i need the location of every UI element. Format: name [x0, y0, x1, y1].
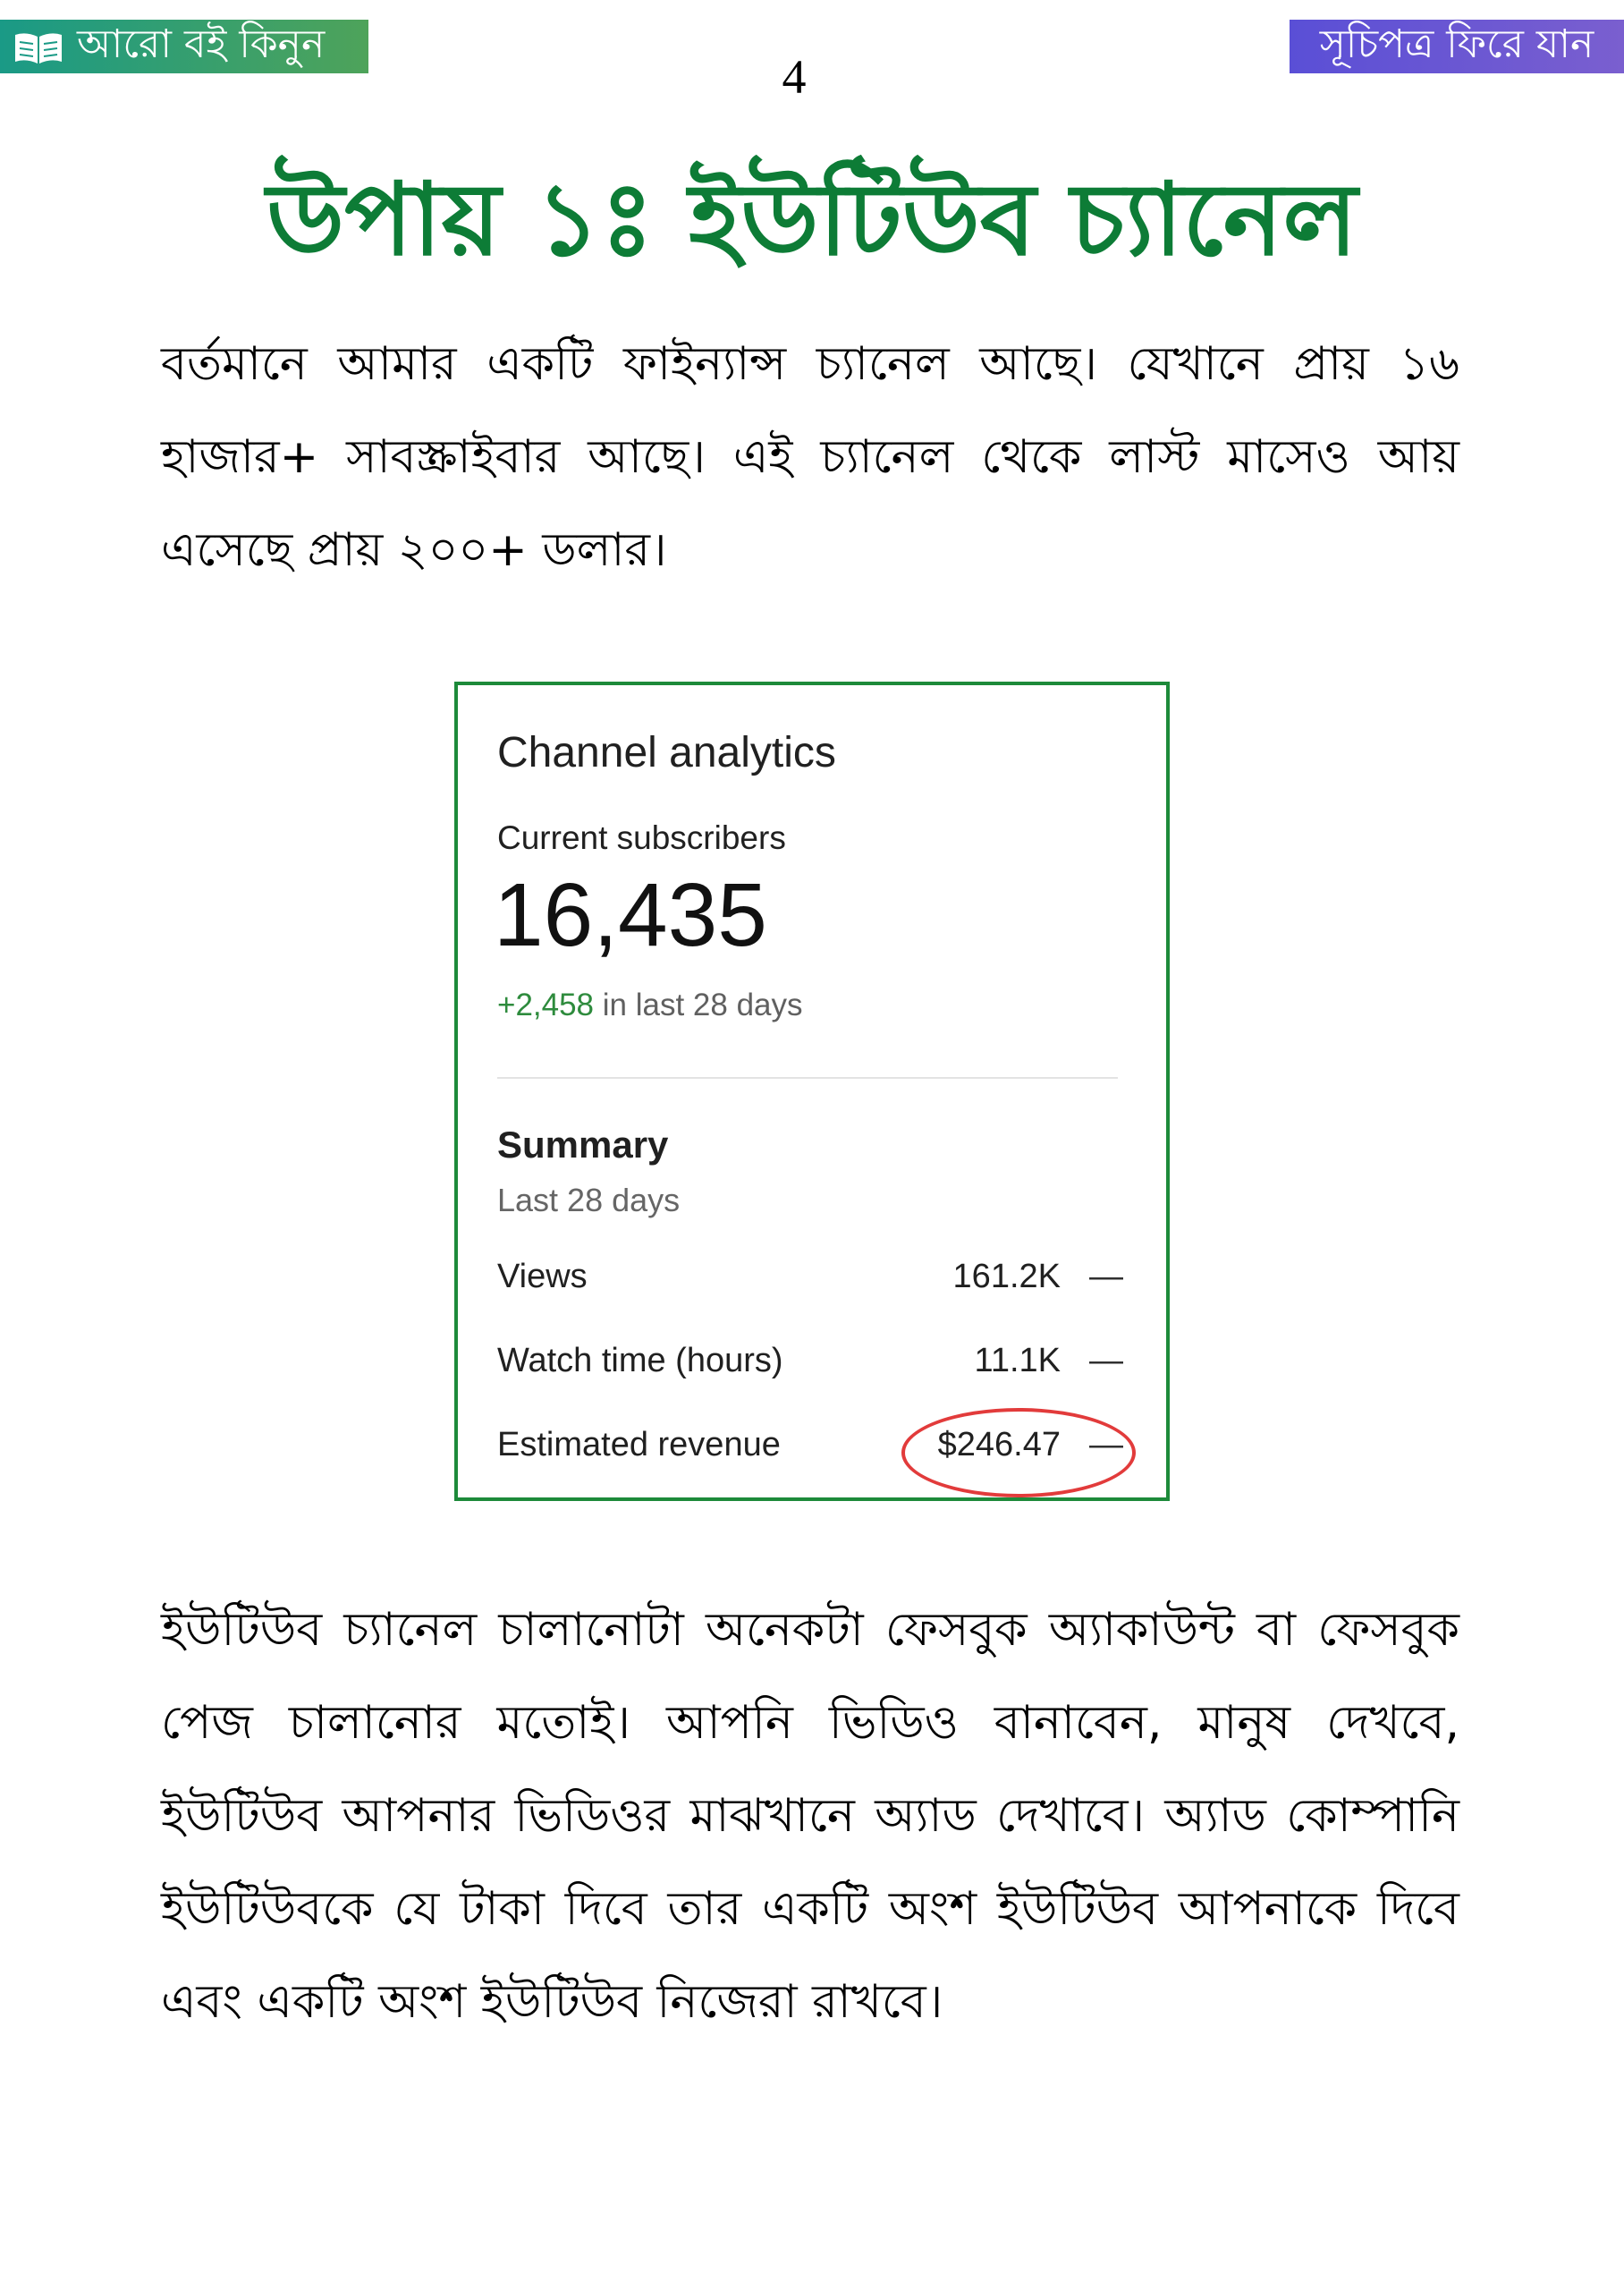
- channel-analytics-screenshot: Channel analytics Current subscribers 16…: [454, 682, 1170, 1501]
- subscribers-count: 16,435: [494, 865, 767, 965]
- metric-row-views: Views 161.2K —: [497, 1258, 1123, 1302]
- page-number: 4: [782, 50, 807, 104]
- growth-value: +2,458: [497, 988, 595, 1022]
- subscribers-label: Current subscribers: [497, 819, 786, 856]
- summary-title: Summary: [497, 1124, 669, 1166]
- growth-suffix: in last 28 days: [594, 988, 803, 1022]
- intro-paragraph: বর্তমানে আমার একটি ফাইন্যান্স চ্যানেল আছ…: [161, 337, 1459, 577]
- subscriber-growth: +2,458 in last 28 days: [497, 988, 803, 1023]
- trend-dash-icon: —: [1089, 1258, 1123, 1295]
- metric-value: 161.2K: [952, 1258, 1061, 1295]
- metric-label: Views: [497, 1258, 588, 1295]
- divider: [497, 1077, 1118, 1079]
- explanation-paragraph: ইউটিউব চ্যানেল চালানোটা অনেকটা ফেসবুক অ্…: [161, 1603, 1459, 2029]
- metric-row-watch-time: Watch time (hours) 11.1K —: [497, 1342, 1123, 1387]
- metric-label: Estimated revenue: [497, 1426, 781, 1463]
- revenue-highlight-circle: [901, 1408, 1136, 1497]
- metric-value: 11.1K: [974, 1342, 1061, 1379]
- metric-label: Watch time (hours): [497, 1342, 783, 1379]
- summary-period: Last 28 days: [497, 1182, 681, 1218]
- trend-dash-icon: —: [1089, 1342, 1123, 1379]
- page-heading: উপায় ১ঃ ইউটিউব চ্যানেল: [266, 162, 1358, 278]
- analytics-title: Channel analytics: [497, 729, 836, 776]
